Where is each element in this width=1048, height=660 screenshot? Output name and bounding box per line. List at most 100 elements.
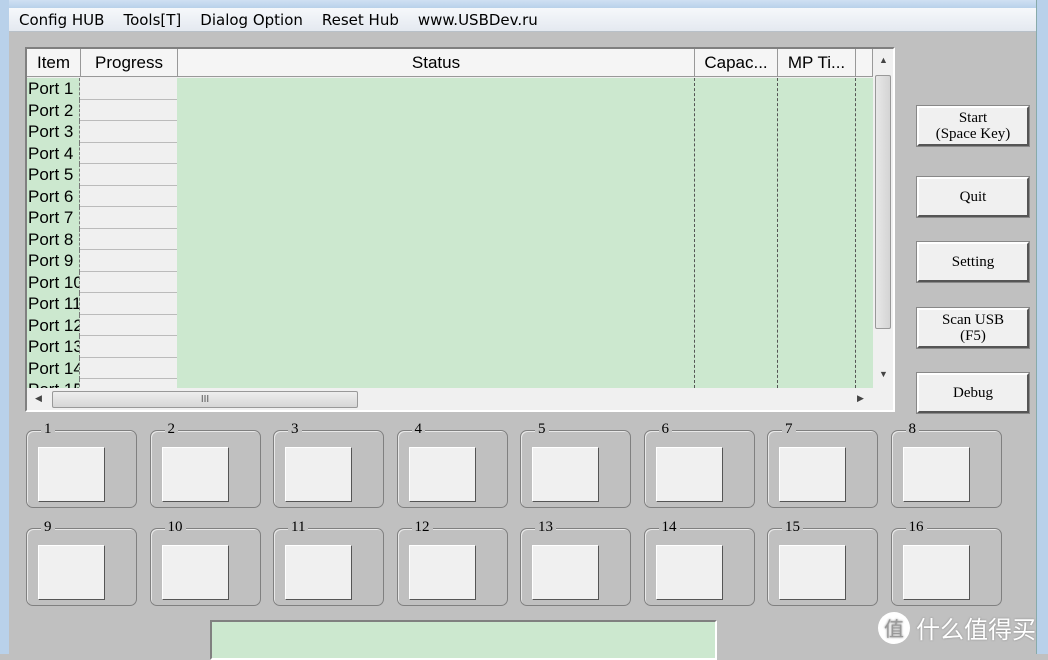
vertical-scroll-thumb[interactable]: [875, 75, 891, 329]
progress-cell: [80, 207, 177, 229]
port-group: 9: [26, 519, 137, 606]
menu-item[interactable]: Dialog Option: [200, 11, 303, 29]
port-group: 12: [396, 519, 508, 606]
progress-cell: [80, 379, 177, 388]
col-extra[interactable]: [856, 49, 873, 77]
port-item: Port 13: [28, 336, 80, 358]
port-item: Port 9: [27, 250, 80, 272]
port-item: Port 4: [27, 142, 80, 164]
table-row[interactable]: Port 2: [27, 99, 873, 121]
col-divider: [694, 78, 695, 388]
port-indicator[interactable]: [655, 545, 723, 600]
col-divider: [855, 78, 856, 388]
port-item: Port 7: [27, 207, 80, 229]
port-number: 3: [288, 421, 302, 438]
table-row[interactable]: Port 14: [27, 357, 873, 379]
port-number: 6: [658, 421, 672, 438]
list-body: Port 1 Port 2 Port 3 Port 4 Port 5 Port 6 Port…: [27, 78, 873, 388]
port-item: Port 2: [27, 99, 80, 121]
vertical-scrollbar[interactable]: ▲ ▼: [873, 49, 893, 388]
scroll-up-icon[interactable]: ▲: [879, 55, 888, 65]
port-number: 4: [411, 421, 425, 438]
port-indicator[interactable]: [161, 545, 229, 600]
window-frame-right: [1036, 0, 1048, 654]
port-indicator[interactable]: [779, 447, 846, 502]
start-button[interactable]: Start (Space Key): [916, 105, 1030, 147]
port-group: 1: [26, 421, 137, 508]
port-indicator[interactable]: [38, 447, 105, 502]
table-row[interactable]: Port 3: [27, 121, 873, 143]
port-group: 13: [520, 519, 631, 606]
window-frame: [0, 0, 1048, 8]
col-mp-time[interactable]: MP Ti...: [778, 49, 856, 77]
horizontal-scroll-thumb[interactable]: III: [52, 391, 358, 408]
port-indicator[interactable]: [38, 545, 105, 600]
table-row[interactable]: Port 1: [27, 78, 873, 100]
scroll-left-icon[interactable]: ◀: [35, 393, 42, 404]
table-row[interactable]: Port 4: [27, 142, 873, 164]
port-group: 5: [520, 421, 631, 508]
port-indicator[interactable]: [779, 545, 846, 600]
port-group: 16: [890, 519, 1002, 606]
port-indicator[interactable]: [532, 447, 599, 502]
port-indicator[interactable]: [285, 545, 352, 600]
port-item: Port 6: [27, 185, 80, 207]
debug-button[interactable]: Debug: [916, 372, 1030, 414]
table-row[interactable]: Port 15: [27, 379, 873, 388]
setting-button[interactable]: Setting: [916, 241, 1030, 283]
progress-cell: [80, 185, 177, 207]
scroll-down-icon[interactable]: ▼: [879, 369, 888, 379]
port-number: 5: [535, 421, 549, 438]
progress-cell: [80, 228, 177, 250]
port-group: 3: [273, 421, 384, 508]
horizontal-scrollbar[interactable]: ◀ III ▶: [27, 388, 873, 410]
port-item: Port 8: [27, 228, 80, 250]
col-capacity[interactable]: Capac...: [695, 49, 778, 77]
table-row[interactable]: Port 7: [27, 207, 873, 229]
scroll-right-icon[interactable]: ▶: [857, 393, 864, 404]
port-group: 6: [643, 421, 755, 508]
port-item: Port 3: [27, 121, 80, 143]
port-indicator[interactable]: [902, 545, 970, 600]
progress-cell: [80, 164, 177, 186]
watermark: 值什么值得买: [878, 610, 1036, 645]
port-number: 15: [782, 519, 803, 536]
menu-bar: Config HUB Tools[T] Dialog Option Reset Hub…: [9, 8, 1036, 32]
col-status[interactable]: Status: [178, 49, 695, 77]
port-indicator[interactable]: [902, 447, 970, 502]
quit-button[interactable]: Quit: [916, 176, 1030, 218]
table-row[interactable]: Port 8: [27, 228, 873, 250]
table-row[interactable]: Port 9: [27, 250, 873, 272]
table-row[interactable]: Port 6: [27, 185, 873, 207]
col-divider: [777, 78, 778, 388]
port-group: 11: [273, 519, 384, 606]
progress-cell: [80, 293, 177, 315]
port-indicator[interactable]: [408, 545, 476, 600]
port-indicator[interactable]: [285, 447, 352, 502]
port-number: 11: [288, 519, 309, 536]
port-indicator[interactable]: [408, 447, 476, 502]
table-row[interactable]: Port 5: [27, 164, 873, 186]
menu-item[interactable]: Reset Hub: [322, 11, 399, 29]
table-row[interactable]: Port 13: [27, 336, 873, 358]
menu-item[interactable]: Config HUB: [19, 11, 104, 29]
table-row[interactable]: Port 12: [27, 314, 873, 336]
port-group: 10: [149, 519, 261, 606]
port-indicator[interactable]: [161, 447, 229, 502]
progress-cell: [80, 121, 177, 143]
progress-cell: [80, 142, 177, 164]
table-row[interactable]: Port 10: [27, 271, 873, 293]
port-group: 7: [767, 421, 878, 508]
col-item[interactable]: Item: [27, 49, 81, 77]
port-number: 13: [535, 519, 556, 536]
list-header: Item Progress Status Capac... MP Ti...: [27, 49, 873, 77]
menu-item[interactable]: www.USBDev.ru: [418, 11, 538, 29]
port-number: 7: [782, 421, 796, 438]
table-row[interactable]: Port 11: [27, 293, 873, 315]
scan-usb-button[interactable]: Scan USB (F5): [916, 307, 1030, 349]
menu-item[interactable]: Tools[T]: [123, 11, 181, 29]
col-progress[interactable]: Progress: [81, 49, 178, 77]
progress-cell: [80, 250, 177, 272]
port-indicator[interactable]: [532, 545, 599, 600]
port-indicator[interactable]: [655, 447, 723, 502]
